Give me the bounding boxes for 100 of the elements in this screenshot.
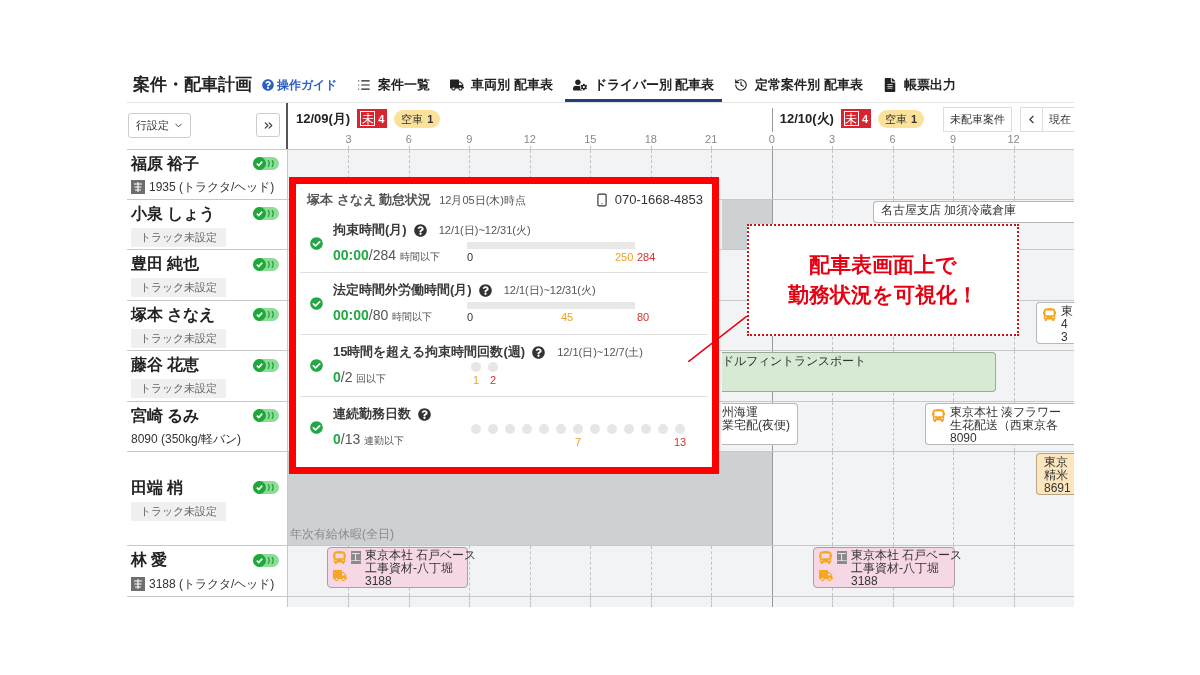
empty-vehicle-count: 1 [427,111,434,127]
phone-number: 070-1668-4853 [614,191,703,210]
unassigned-mark: 未 [360,111,376,127]
help-icon[interactable] [418,407,431,421]
metric-limit: /2 [340,368,353,387]
toggle-switch[interactable] [253,358,279,372]
trip-card[interactable]: 東 4 3 [1036,302,1074,344]
scale-label: 0 [467,252,474,263]
vehicle-tag-icon [131,576,145,591]
trip-card[interactable]: 東京 精米 8691 [1036,453,1074,495]
metric-unit: 連勤以下 [364,434,405,448]
trip-card[interactable]: 州海運 業宅配(夜便) [722,403,798,445]
toggle-switch[interactable] [253,207,279,220]
metric-period: 12/1(日)~12/31(火) [438,222,531,238]
list-icon [357,78,371,92]
nav-tab[interactable]: ドライバー別 配車表 [564,68,723,102]
history-icon [734,78,749,92]
leave-label: 年次有給休暇(全日) [290,526,394,543]
hour-label: 12 [1006,132,1021,146]
previous-button[interactable] [1020,107,1043,132]
truck-icon [819,569,833,582]
empty-vehicle-label: 空車 [401,111,424,127]
expand-button[interactable] [256,113,280,137]
empty-vehicle-badge[interactable]: 空車 1 [878,109,925,128]
metric-title: 15時間を超える拘束時間回数(週) [333,343,526,362]
help-icon[interactable] [532,345,546,359]
card-text: 3188 [851,575,879,588]
scale-label: 1 [472,375,480,386]
driver-name[interactable]: 藤谷 花恵 [131,353,200,377]
empty-vehicle-badge[interactable]: 空車 1 [394,109,441,128]
nav-tab[interactable]: 案件一覧 [349,68,438,102]
toggle-switch[interactable] [253,553,279,567]
driver-name[interactable]: 宮崎 るみ [131,403,200,428]
card-text: 東京本社 石戸ベース [365,549,477,562]
toggle-switch[interactable] [253,409,279,422]
card-text: ドルフィントランスポート [722,355,866,368]
no-truck-label: トラック未設定 [131,278,226,297]
card-text: 生花配送（西東京各 [950,419,1059,432]
trip-card[interactable]: 東京本社 湊フラワー 生花配送（西東京各 8090 [925,403,1074,445]
card-text: 工事資材-八丁堀 [365,562,454,575]
card-text: 8090 [950,432,978,445]
empty-vehicle-count: 1 [911,111,918,127]
document-icon [882,78,897,92]
vehicle-tag-icon [131,180,145,194]
metric-period: 12/1(日)~12/7(土) [557,344,644,360]
card-text: 東京本社 石戸ベース [851,549,963,562]
now-button[interactable]: 現在 [1043,107,1074,132]
card-text: 州海運 [722,406,759,419]
metric-limit: /13 [340,430,361,449]
driver-name[interactable]: 豊田 純也 [131,252,200,276]
page-title: 案件・配車計画 [132,74,252,97]
metric-value: 00:00 [333,246,369,265]
unassigned-jobs-button[interactable]: 未配車案件 [943,107,1012,132]
card-text: 精米 [1044,469,1069,482]
help-icon[interactable] [478,283,492,297]
row-settings-dropdown[interactable]: 行設定 [128,113,191,138]
hour-label: 0 [767,132,776,146]
driver-name[interactable]: 林 愛 [131,548,168,572]
as-of-date: 12月05日(木)時点 [439,192,527,208]
driver-name[interactable]: 塚本 さなえ [131,302,216,327]
unassigned-count: 4 [861,111,868,127]
card-text: 3 [1061,331,1069,344]
scale-label: 13 [673,437,687,448]
unassigned-mark: 未 [843,111,859,127]
trip-card[interactable]: 名古屋支店 加須冷蔵倉庫 [873,201,1074,223]
driver-name[interactable]: 田端 梢 [131,475,184,500]
metric-limit: /80 [368,306,389,325]
metric-limit: /284 [368,246,397,265]
scale-label: 0 [467,312,474,323]
toggle-switch[interactable] [253,157,279,170]
driver-name[interactable]: 小泉 しょう [131,201,216,226]
unassigned-badge[interactable]: 未 4 [357,109,388,129]
hour-label: 3 [828,132,837,146]
card-text: 4 [1061,318,1069,331]
nav-tab[interactable]: 車両別 配車表 [442,68,561,102]
trip-card[interactable]: ドルフィントランスポート [722,352,996,392]
no-truck-label: トラック未設定 [131,227,226,247]
scale-label: 250 [615,252,634,263]
unassigned-badge[interactable]: 未 4 [840,109,871,129]
scale-label: 284 [637,252,656,263]
metric-unit: 時間以下 [392,310,433,324]
help-icon[interactable] [413,223,427,237]
hour-label: 9 [949,132,958,146]
user-gear-icon [572,78,587,92]
scale-label: 7 [574,437,582,448]
toggle-switch[interactable] [253,257,279,271]
toggle-switch[interactable] [253,308,279,321]
unassigned-count: 4 [378,111,385,127]
guide-link[interactable]: 操作ガイド [262,76,337,94]
metric-unit: 回以下 [356,372,387,386]
hour-label: 21 [704,132,719,146]
toggle-switch[interactable] [253,481,279,494]
nav-tab[interactable]: 定常案件別 配車表 [726,68,871,102]
popup-title: 塚本 さなえ 勤怠状況 [307,191,432,210]
hour-label: 3 [344,132,353,146]
hour-label: 12 [522,132,537,146]
metric-value: 0 [333,368,341,387]
scale-label: 80 [637,312,650,323]
driver-name[interactable]: 福原 裕子 [131,151,200,176]
nav-tab[interactable]: 帳票出力 [874,68,964,102]
